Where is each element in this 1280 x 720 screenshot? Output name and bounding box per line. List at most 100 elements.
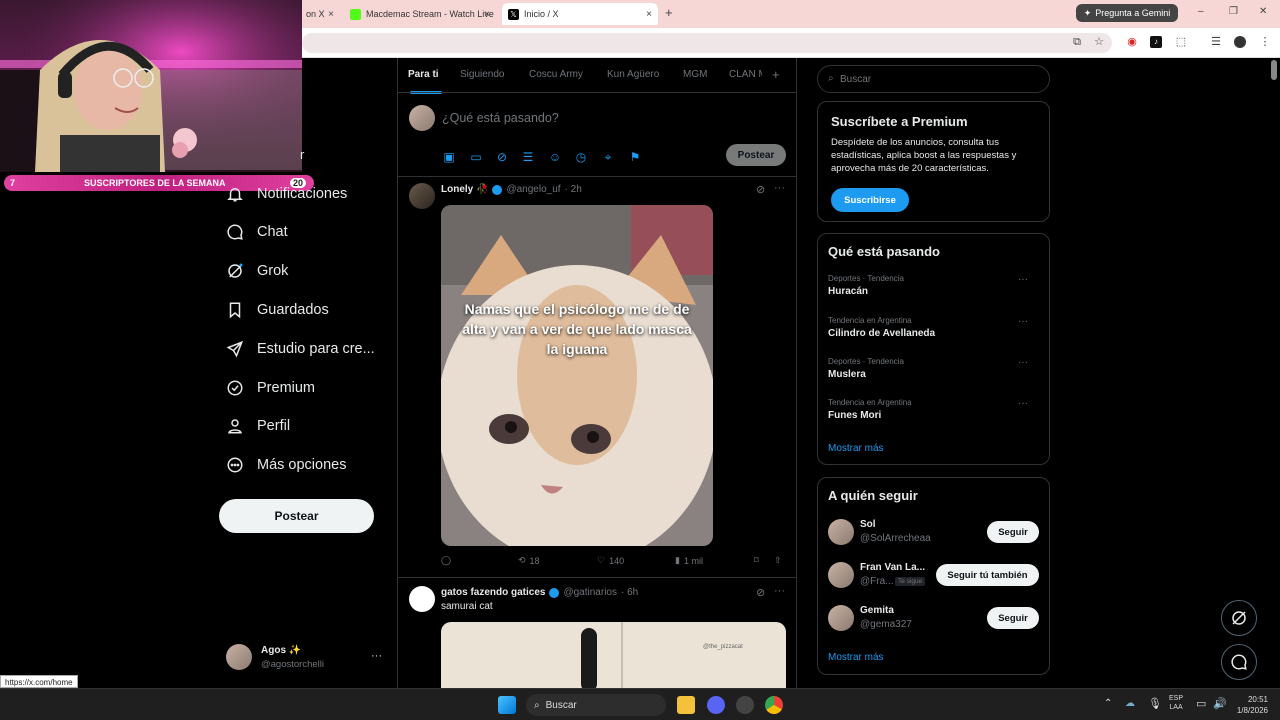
trend-item[interactable]: Tendencia en Argentina Funes Mori ··· [828, 398, 1038, 421]
compose-input[interactable]: ¿Qué está pasando? [442, 111, 559, 125]
post-button[interactable]: Postear [219, 499, 374, 533]
trend-item[interactable]: Deportes · Tendencia Huracán ··· [828, 274, 1038, 297]
reply-button[interactable]: ◯ [441, 555, 451, 566]
tab-siguiendo[interactable]: Siguiendo [460, 69, 504, 80]
trend-more-icon[interactable]: ··· [1018, 316, 1028, 327]
monitor-icon[interactable]: ▭ [1196, 697, 1206, 710]
menu-dots-icon[interactable]: ⋮ [1259, 36, 1271, 48]
trend-more-icon[interactable]: ··· [1018, 357, 1028, 368]
tiktok-extension-icon[interactable]: ♪ [1150, 36, 1162, 48]
sidebar-item-mas-opciones[interactable]: Más opciones [226, 453, 346, 477]
new-tab-button[interactable]: + [665, 5, 673, 20]
close-window-button[interactable]: ✕ [1259, 6, 1267, 17]
trend-item[interactable]: Tendencia en Argentina Cilindro de Avell… [828, 316, 1038, 339]
clock[interactable]: 20:51 1/8/2026 [1232, 694, 1268, 716]
grok-explain-icon[interactable]: ⊘ [756, 586, 765, 599]
volume-icon[interactable]: 🔊 [1213, 697, 1227, 710]
tab-mgm[interactable]: MGM [683, 69, 707, 80]
grok-tool-icon[interactable]: ⊘ [495, 150, 509, 164]
start-button[interactable] [498, 696, 516, 714]
url-field[interactable] [302, 33, 1112, 53]
sidebar-item-perfil[interactable]: Perfil [226, 414, 290, 438]
image-icon[interactable]: ▣ [442, 150, 456, 164]
tab-close-icon[interactable]: × [646, 9, 652, 20]
grok-floating-button[interactable] [1221, 600, 1257, 636]
tab-inicio-x[interactable]: 𝕏 Inicio / X × [502, 3, 658, 25]
poll-icon[interactable]: ☰ [521, 150, 535, 164]
tab-kun-aguero[interactable]: Kun Agüero [607, 69, 659, 80]
tweet-image[interactable]: @the_pizzacat [441, 622, 786, 688]
tab-close-icon[interactable]: × [484, 9, 490, 20]
search-input[interactable]: ⌕ Buscar [817, 65, 1050, 93]
follow-suggestion[interactable]: Fran Van La... @Fra... Te sigue Seguir t… [828, 561, 1043, 591]
views-button[interactable]: ▮ 1 mil [675, 555, 703, 566]
tab-close-icon[interactable]: × [328, 9, 334, 20]
follow-suggestion[interactable]: Sol @SolArrecheaa Seguir [828, 518, 1043, 548]
scrollbar-thumb[interactable] [1271, 60, 1277, 80]
subscribe-button[interactable]: Suscribirse [831, 188, 909, 212]
trends-card: Qué está pasando Deportes · Tendencia Hu… [817, 233, 1050, 465]
extension-red-icon[interactable]: ◉ [1126, 36, 1138, 48]
obs-icon[interactable] [736, 696, 754, 714]
sidebar-item-estudio[interactable]: Estudio para cre... [226, 337, 375, 361]
sidebar-item-guardados[interactable]: Guardados [226, 298, 329, 322]
sidebar-item-chat[interactable]: Chat [226, 220, 288, 244]
install-icon[interactable]: ⧉ [1071, 36, 1083, 48]
schedule-icon[interactable]: ◷ [574, 150, 588, 164]
account-more-icon[interactable]: ··· [371, 650, 382, 662]
tab-para-ti[interactable]: Para ti [408, 69, 439, 80]
emoji-icon[interactable]: ☺ [548, 150, 562, 164]
trend-item[interactable]: Deportes · Tendencia Muslera ··· [828, 357, 1038, 380]
follow-back-button[interactable]: Seguir tú también [936, 564, 1039, 586]
trend-more-icon[interactable]: ··· [1018, 398, 1028, 409]
profile-avatar-icon[interactable] [1234, 36, 1246, 48]
tab-x-partial[interactable]: on X × [300, 3, 340, 25]
location-icon[interactable]: ⌖ [601, 150, 615, 164]
extensions-puzzle-icon[interactable]: ⬚ [1175, 36, 1187, 48]
follow-suggestion[interactable]: Gemita @gema327 Seguir [828, 604, 1043, 634]
sidebar-item-grok[interactable]: Grok [226, 259, 288, 283]
tab-macdemac[interactable]: Macdemac Stream - Watch Live × [344, 3, 496, 25]
sidebar-item-notificaciones[interactable]: Notificaciones [226, 182, 347, 206]
avatar [409, 183, 435, 209]
flag-icon[interactable]: ⚑ [628, 150, 642, 164]
trends-show-more-link[interactable]: Mostrar más [828, 443, 884, 454]
bookmark-button[interactable]: ⌑ [754, 555, 759, 566]
retweet-count: 18 [529, 555, 540, 566]
gemini-button[interactable]: ✦ Pregunta a Gemini [1076, 4, 1178, 22]
tweet-more-icon[interactable]: ··· [774, 585, 785, 597]
follow-button[interactable]: Seguir [987, 607, 1039, 629]
cloud-icon[interactable]: ☁ [1125, 698, 1135, 709]
chrome-icon[interactable] [765, 696, 783, 714]
follow-show-more-link[interactable]: Mostrar más [828, 652, 884, 663]
messages-floating-button[interactable] [1221, 644, 1257, 680]
sidebar-item-premium[interactable]: Premium [226, 376, 315, 400]
like-button[interactable]: ♡ 140 [597, 555, 624, 566]
tab-coscu-army[interactable]: Coscu Army [529, 69, 583, 80]
trend-more-icon[interactable]: ··· [1018, 274, 1028, 285]
share-button[interactable]: ⇧ [774, 555, 782, 566]
sidebar-item-label: Chat [257, 224, 288, 240]
account-switcher[interactable]: Agos ✨ @agostorchelli ··· [226, 643, 386, 673]
add-tab-button[interactable]: + [772, 67, 780, 82]
retweet-button[interactable]: ⟲ 18 [518, 555, 540, 566]
language-indicator[interactable]: ESP LAA [1169, 694, 1183, 712]
tray-chevron-icon[interactable]: ⌃ [1104, 698, 1112, 709]
tweet-image[interactable]: Namas que el psicólogo me de de alta y v… [441, 205, 713, 546]
reading-list-icon[interactable]: ☰ [1210, 36, 1222, 48]
follow-button[interactable]: Seguir [987, 521, 1039, 543]
restore-button[interactable]: ❐ [1229, 6, 1238, 17]
minimize-button[interactable]: – [1198, 6, 1204, 17]
microphone-icon[interactable]: 🎙 [1148, 697, 1162, 710]
tab-clan[interactable]: CLAN M [729, 69, 762, 80]
tweet-header: gatos fazendo gatices @gatinarios · 6h [441, 587, 638, 598]
gif-icon[interactable]: ▭ [469, 150, 483, 164]
star-icon[interactable]: ☆ [1093, 36, 1105, 48]
tweet-more-icon[interactable]: ··· [774, 182, 785, 194]
compose-post-button[interactable]: Postear [726, 144, 786, 166]
file-explorer-icon[interactable] [677, 696, 695, 714]
taskbar-search[interactable]: ⌕ Buscar [526, 694, 666, 716]
trend-name: Muslera [828, 369, 866, 380]
grok-explain-icon[interactable]: ⊘ [756, 183, 765, 196]
discord-icon[interactable] [707, 696, 725, 714]
